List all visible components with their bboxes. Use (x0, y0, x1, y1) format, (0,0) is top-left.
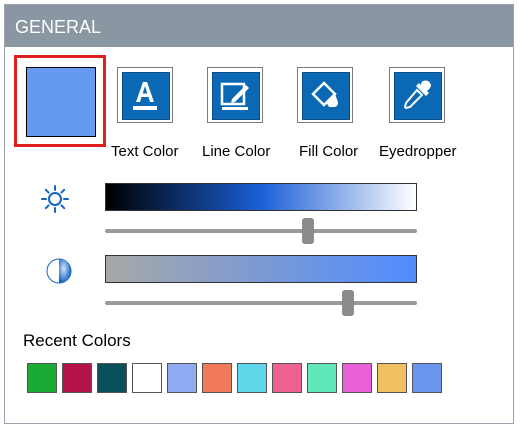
line-color-icon (220, 82, 249, 110)
eyedropper-label: Eyedropper (379, 143, 457, 160)
brightness-sun-icon (41, 185, 69, 213)
line-color-button[interactable] (207, 67, 263, 123)
fill-color-label: Fill Color (299, 143, 359, 160)
recent-color-swatch[interactable] (412, 363, 442, 393)
panel-header: GENERAL (5, 5, 513, 47)
recent-color-swatch[interactable] (202, 363, 232, 393)
text-color-label: Text Color (111, 143, 179, 160)
brightness-slider[interactable] (105, 218, 417, 244)
saturation-slider-thumb[interactable] (342, 290, 355, 316)
saturation-gradient (105, 255, 417, 283)
text-color-button[interactable] (117, 67, 173, 123)
text-color-icon (133, 82, 157, 110)
recent-color-swatch[interactable] (27, 363, 57, 393)
recent-color-swatch[interactable] (132, 363, 162, 393)
current-color-swatch (26, 67, 96, 137)
eyedropper-button[interactable] (389, 67, 445, 123)
line-color-label: Line Color (202, 143, 271, 160)
recent-color-swatch[interactable] (272, 363, 302, 393)
saturation-slider[interactable] (105, 290, 417, 316)
recent-color-swatch[interactable] (97, 363, 127, 393)
contrast-icon (46, 258, 72, 284)
recent-color-swatch[interactable] (342, 363, 372, 393)
fill-color-button[interactable] (297, 67, 353, 123)
fill-color-icon (311, 81, 338, 107)
brightness-gradient (105, 183, 417, 211)
recent-color-swatch[interactable] (377, 363, 407, 393)
brightness-slider-thumb[interactable] (301, 218, 314, 244)
recent-color-swatch[interactable] (167, 363, 197, 393)
recent-color-swatch[interactable] (307, 363, 337, 393)
current-color-button[interactable] (14, 55, 106, 147)
recent-colors-label: Recent Colors (23, 331, 131, 350)
eyedropper-icon (403, 80, 431, 110)
recent-color-swatch[interactable] (237, 363, 267, 393)
recent-colors-row (27, 363, 442, 393)
general-panel: GENERAL Text Color Line Color Fill Color (4, 4, 514, 424)
recent-color-swatch[interactable] (62, 363, 92, 393)
